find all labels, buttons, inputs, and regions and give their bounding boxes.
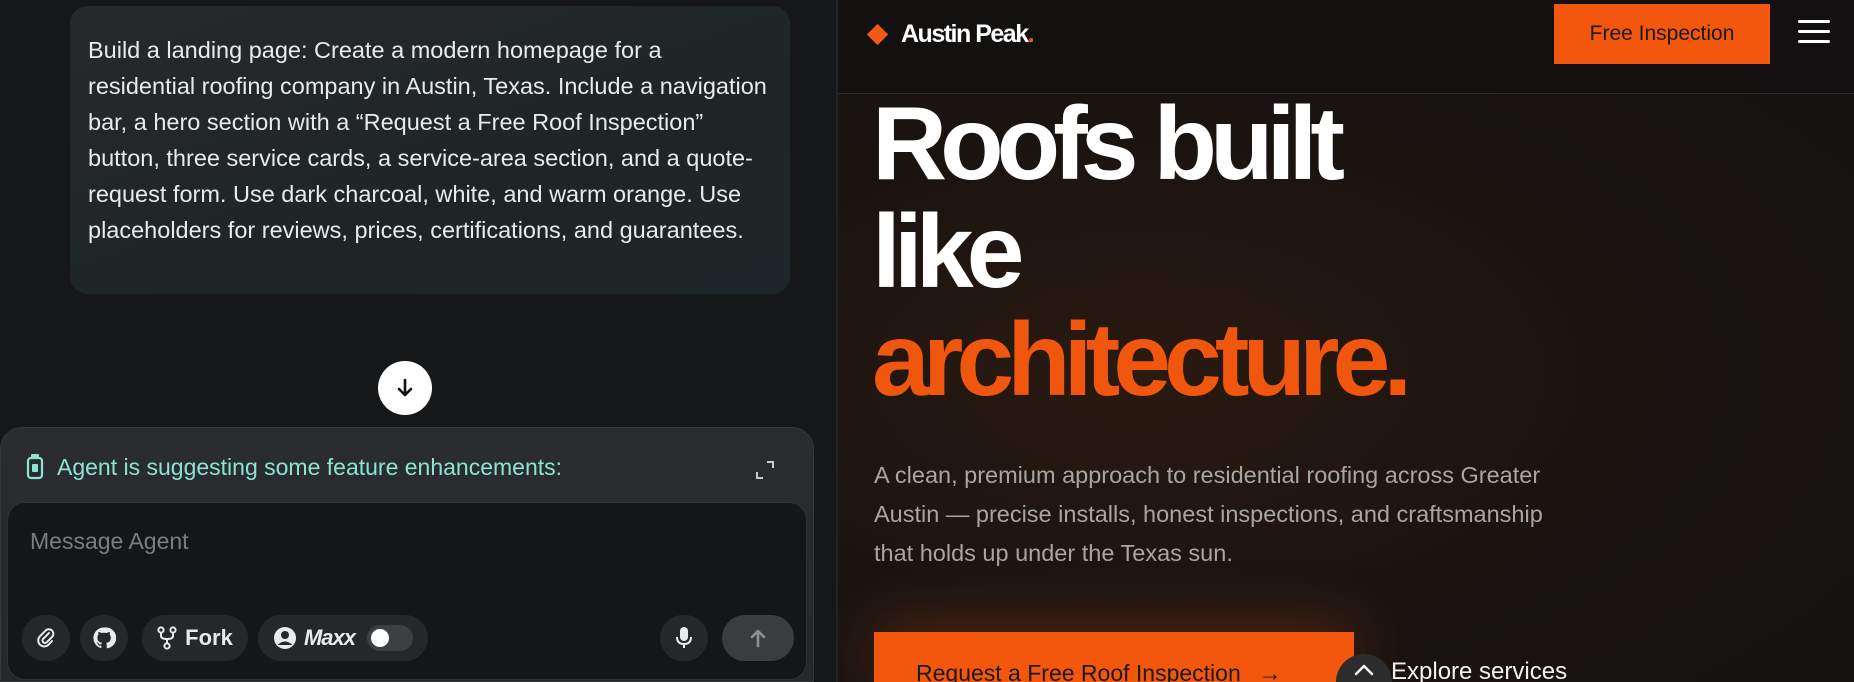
suggestion-text: Agent is suggesting some feature enhance… (57, 453, 563, 480)
hamburger-icon[interactable] (1798, 20, 1830, 48)
message-input-box: Fork Maxx (7, 502, 807, 680)
maxx-toggle[interactable] (367, 625, 414, 651)
request-inspection-button[interactable]: Request a Free Roof Inspection → (874, 632, 1354, 682)
free-inspection-button[interactable]: Free Inspection (1554, 4, 1770, 64)
explore-services-link[interactable]: Explore services (1391, 658, 1567, 682)
chevron-up-icon (1354, 664, 1374, 676)
brand-dot: . (1027, 19, 1035, 48)
site-preview: Austin Peak. Free Inspection Roofs built… (838, 0, 1854, 682)
hero-headline-line-2: like (872, 194, 1024, 310)
fork-label: Fork (185, 625, 233, 650)
arrow-up-icon (750, 629, 766, 648)
agent-bulb-icon (26, 454, 44, 480)
request-inspection-label: Request a Free Roof Inspection (916, 660, 1241, 682)
user-message-bubble: Build a landing page: Create a modern ho… (70, 6, 790, 294)
composer: Agent is suggesting some feature enhance… (0, 427, 814, 682)
site-navbar: Austin Peak. Free Inspection (838, 0, 1854, 94)
attach-button[interactable] (22, 615, 70, 661)
hero-headline-line-1: Roofs built (872, 86, 1345, 202)
microphone-button[interactable] (660, 615, 708, 661)
message-input[interactable] (30, 521, 770, 561)
paperclip-icon (37, 628, 55, 648)
microphone-icon (676, 627, 692, 648)
send-button[interactable] (722, 615, 794, 661)
maxx-label: Maxx (303, 625, 356, 650)
maxx-toggle-pill[interactable]: Maxx (258, 615, 428, 661)
suggestion-banner[interactable]: Agent is suggesting some feature enhance… (25, 450, 789, 484)
arrow-down-icon (397, 378, 413, 397)
diamond-icon (866, 23, 889, 45)
expand-button[interactable] (753, 458, 777, 482)
fork-button[interactable]: Fork (142, 615, 248, 661)
fork-icon (157, 626, 177, 650)
brand-logo[interactable]: Austin Peak. (866, 18, 1035, 50)
expand-icon (756, 461, 774, 479)
brand-name: Austin Peak (901, 19, 1029, 48)
arrow-right-icon: → (1258, 660, 1282, 682)
github-icon (93, 627, 116, 649)
scroll-down-button[interactable] (378, 361, 432, 415)
github-button[interactable] (80, 615, 128, 661)
hero-subtitle: A clean, premium approach to residential… (874, 462, 1543, 566)
hero-headline-line-3: architecture. (872, 302, 1412, 418)
chat-pane: Build a landing page: Create a modern ho… (0, 0, 836, 682)
user-avatar-icon (273, 627, 296, 649)
toggle-knob (371, 629, 390, 647)
